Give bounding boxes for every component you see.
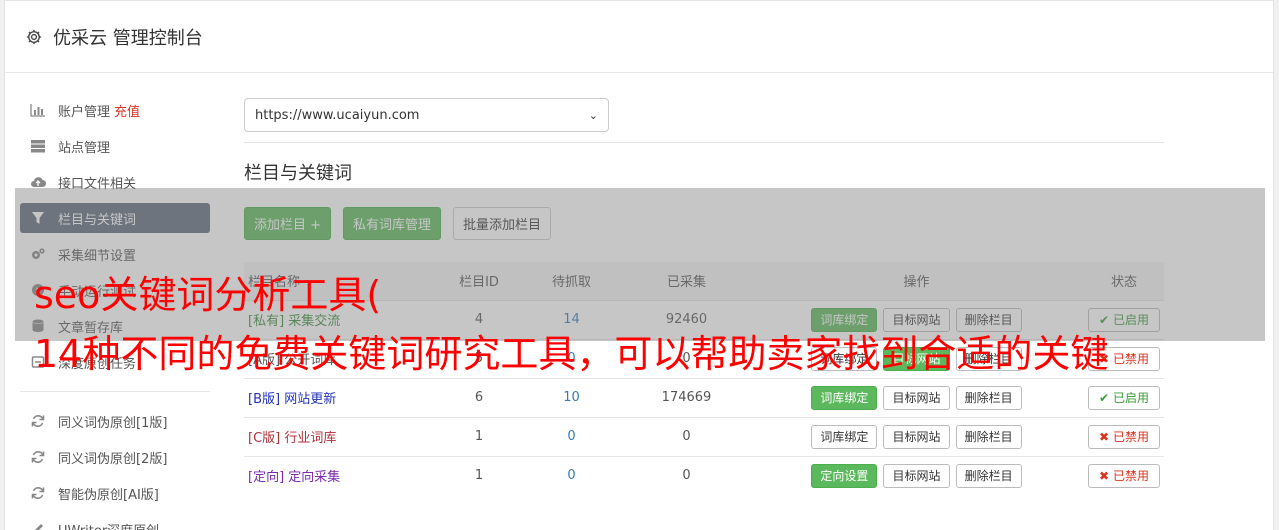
refresh-icon xyxy=(30,449,46,465)
status-toggle[interactable]: ✔ 已启用 xyxy=(1088,385,1160,410)
sidebar-item-synonym-v2[interactable]: 同义词伪原创[2版] xyxy=(20,442,210,472)
sidebar-item-synonym-v1[interactable]: 同义词伪原创[1版] xyxy=(20,406,210,436)
column-name-cell[interactable]: [C版] 行业词库 xyxy=(244,416,439,456)
sidebar-item-label: 智能伪原创[AI版] xyxy=(58,487,159,503)
status-label: 已禁用 xyxy=(1112,430,1149,444)
status-label: 已禁用 xyxy=(1112,352,1149,366)
column-name-cell[interactable]: [B版] 网站更新 xyxy=(244,377,439,417)
gear-icon xyxy=(26,29,42,44)
page-title: 优采云 管理控制台 xyxy=(53,27,203,49)
row-actions: 词库绑定 目标网站 删除栏目 xyxy=(749,377,1084,417)
column-name: 网站更新 xyxy=(284,392,337,407)
sidebar-item-label: 同义词伪原创[2版] xyxy=(58,451,168,467)
refresh-icon xyxy=(30,485,46,501)
table-row: [定向] 定向采集 1 0 0 定向设置 目标网站 删除栏目 ✖ 已禁用 xyxy=(244,455,1164,495)
collected-count: 0 xyxy=(624,416,749,456)
column-name: 行业词库 xyxy=(284,431,337,446)
status-label: 已禁用 xyxy=(1112,469,1149,484)
sidebar-item-account[interactable]: 账户管理 充值 xyxy=(20,95,210,125)
site-select-value: https://www.ucaiyun.com xyxy=(255,107,420,123)
overlay-headline-line1: seo关键词分析工具( xyxy=(34,273,382,317)
status-cell: ✖ 已禁用 xyxy=(1084,455,1164,495)
delete-column-button[interactable]: 删除栏目 xyxy=(955,385,1022,410)
column-tag: [C版] xyxy=(248,431,281,446)
sidebar-item-label: UWriter深度原创 xyxy=(58,520,159,530)
bind-lib-button[interactable]: 词库绑定 xyxy=(811,424,878,449)
edit-icon xyxy=(30,521,46,530)
table-row: [C版] 行业词库 1 0 0 词库绑定 目标网站 删除栏目 ✖ 已禁用 xyxy=(244,416,1164,456)
status-toggle[interactable]: ✖ 已禁用 xyxy=(1088,463,1160,488)
status-cell: ✔ 已启用 xyxy=(1084,377,1164,417)
sidebar-divider xyxy=(20,391,210,392)
directed-settings-button[interactable]: 定向设置 xyxy=(811,463,878,488)
status-label: 已启用 xyxy=(1112,391,1149,405)
refresh-icon xyxy=(30,413,46,429)
site-select[interactable]: https://www.ucaiyun.com ⌄ xyxy=(244,98,609,132)
column-name-cell[interactable]: [定向] 定向采集 xyxy=(244,455,439,495)
status-cell: ✖ 已禁用 xyxy=(1084,416,1164,456)
target-site-button[interactable]: 目标网站 xyxy=(883,385,950,410)
sidebar-item-label: 同义词伪原创[1版] xyxy=(58,415,168,431)
column-id: 1 xyxy=(439,416,519,456)
close-icon: ✖ xyxy=(1099,429,1110,444)
column-id: 6 xyxy=(439,377,519,417)
sidebar-item-label: 站点管理 xyxy=(58,140,111,156)
overlay-headline-line2: 14种不同的免费关键词研究工具，可以帮助卖家找到合适的关键 xyxy=(34,332,1109,376)
sidebar-item-sites[interactable]: 站点管理 xyxy=(20,131,210,161)
column-id: 1 xyxy=(439,455,519,495)
table-row: [B版] 网站更新 6 10 174669 词库绑定 目标网站 删除栏目 ✔ 已… xyxy=(244,377,1164,417)
section-title: 栏目与关键词 xyxy=(244,163,352,184)
pending-count[interactable]: 0 xyxy=(519,416,624,456)
column-name: 定向采集 xyxy=(288,470,341,486)
column-tag: [定向] xyxy=(248,470,285,486)
gray-overlay xyxy=(15,188,1265,341)
delete-column-button[interactable]: 删除栏目 xyxy=(955,463,1022,488)
server-icon xyxy=(30,138,46,154)
row-actions: 定向设置 目标网站 删除栏目 xyxy=(749,455,1084,495)
divider xyxy=(244,142,1164,143)
row-actions: 词库绑定 目标网站 删除栏目 xyxy=(749,416,1084,456)
sidebar-item-label: 账户管理 xyxy=(58,104,111,120)
sidebar-item-ai-rewrite[interactable]: 智能伪原创[AI版] xyxy=(20,478,210,508)
delete-column-button[interactable]: 删除栏目 xyxy=(955,424,1022,449)
collected-count: 174669 xyxy=(624,377,749,417)
target-site-button[interactable]: 目标网站 xyxy=(883,463,950,488)
recharge-link[interactable]: 充值 xyxy=(114,101,140,120)
bar-chart-icon xyxy=(30,102,46,118)
pending-count[interactable]: 10 xyxy=(519,377,624,417)
chevron-down-icon: ⌄ xyxy=(588,108,598,122)
check-icon: ✔ xyxy=(1099,390,1110,405)
collected-count: 0 xyxy=(624,455,749,495)
close-icon: ✖ xyxy=(1099,468,1110,483)
panel-header: 优采云 管理控制台 xyxy=(5,1,1273,73)
column-tag: [B版] xyxy=(248,392,281,407)
pending-count[interactable]: 0 xyxy=(519,455,624,495)
target-site-button[interactable]: 目标网站 xyxy=(883,424,950,449)
sidebar-item-uwriter[interactable]: UWriter深度原创 xyxy=(20,514,210,530)
bind-lib-button[interactable]: 词库绑定 xyxy=(811,385,878,410)
status-toggle[interactable]: ✖ 已禁用 xyxy=(1088,424,1160,449)
